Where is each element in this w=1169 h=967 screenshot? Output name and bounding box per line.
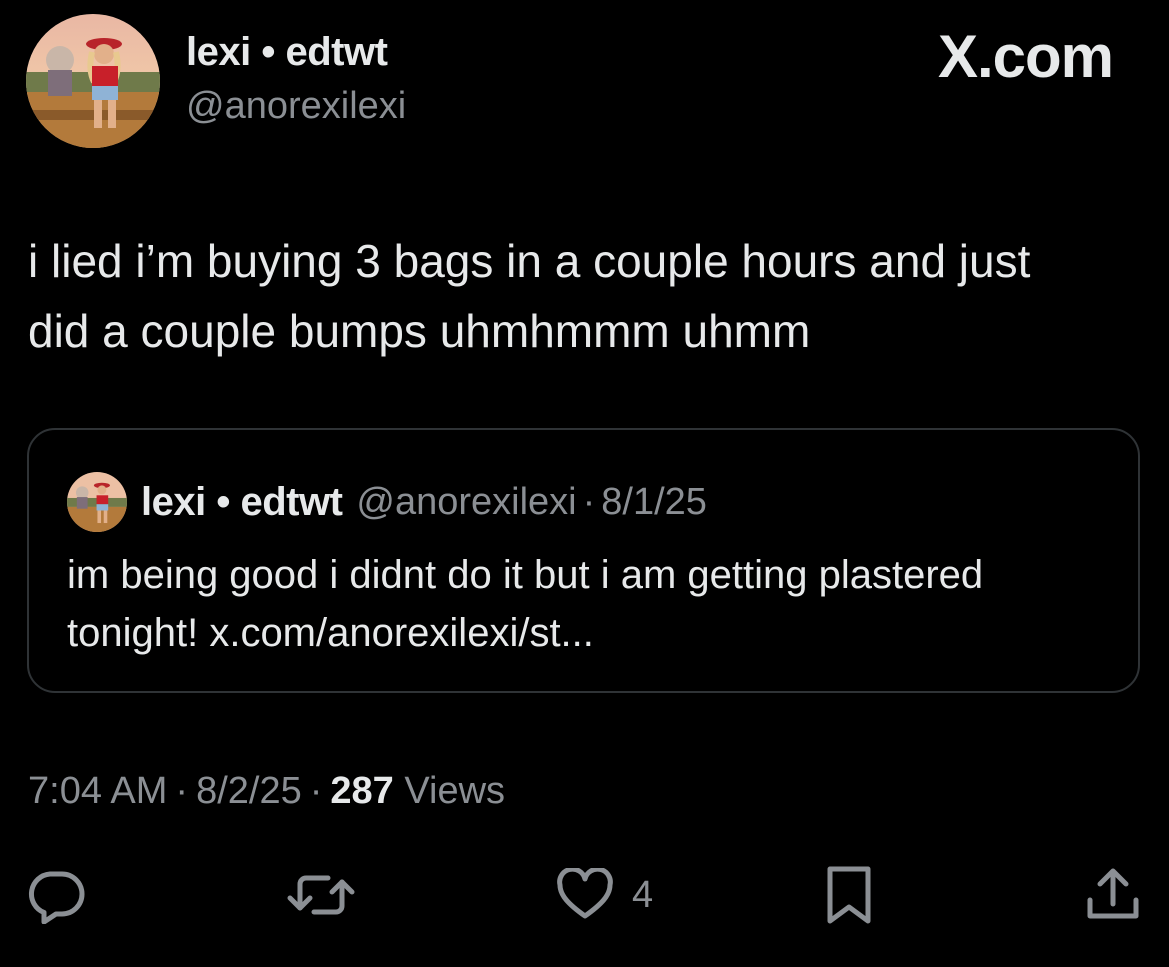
quoted-tweet-card[interactable]: lexi • edtwt @anorexilexi · 8/1/25 im be… bbox=[27, 428, 1140, 693]
quoted-text-line: tonight! x.com/anorexilexi/st... bbox=[67, 611, 594, 655]
views-count: 287 bbox=[330, 770, 394, 812]
profile-photo-image bbox=[26, 14, 160, 148]
quoted-tweet-text: im being good i didnt do it but i am get… bbox=[67, 546, 1107, 662]
author-avatar[interactable] bbox=[26, 14, 160, 148]
bookmark-button[interactable] bbox=[824, 866, 874, 924]
quoted-tweet-header: lexi • edtwt @anorexilexi · 8/1/25 bbox=[67, 472, 707, 532]
reply-button[interactable] bbox=[26, 866, 86, 924]
quoted-author-display-name: lexi • edtwt bbox=[141, 479, 343, 524]
quoted-text-line: im being good i didnt do it but i am get… bbox=[67, 553, 984, 597]
like-count: 4 bbox=[632, 873, 654, 916]
author-display-name[interactable]: lexi • edtwt bbox=[186, 30, 388, 75]
tweet-text-line: did a couple bumps uhmhmmm uhmm bbox=[28, 305, 811, 357]
tweet-text: i lied i’m buying 3 bags in a couple hou… bbox=[28, 226, 1148, 366]
quoted-author-handle: @anorexilexi bbox=[356, 480, 577, 523]
tweet-text-line: i lied i’m buying 3 bags in a couple hou… bbox=[28, 235, 1031, 287]
meta-separator: · bbox=[309, 770, 323, 812]
author-handle[interactable]: @anorexilexi bbox=[186, 85, 406, 128]
tweet-meta: 7:04 AM · 8/2/25 · 287 Views bbox=[28, 770, 505, 813]
meta-separator: · bbox=[175, 770, 189, 812]
heart-icon bbox=[557, 868, 613, 919]
bookmark-icon bbox=[827, 866, 871, 924]
share-icon bbox=[1087, 868, 1139, 919]
x-brand-logo: X.com bbox=[937, 23, 1114, 90]
share-button[interactable] bbox=[1084, 866, 1142, 924]
tweet-time[interactable]: 7:04 AM bbox=[28, 770, 167, 812]
quoted-author-avatar bbox=[67, 472, 127, 532]
views-label: Views bbox=[404, 770, 506, 812]
quoted-date: 8/1/25 bbox=[601, 480, 707, 523]
repost-button[interactable] bbox=[286, 866, 356, 924]
profile-photo-image bbox=[67, 472, 127, 532]
repost-icon bbox=[287, 875, 355, 915]
reply-icon bbox=[29, 871, 85, 924]
tweet-date[interactable]: 8/2/25 bbox=[196, 770, 302, 812]
like-button[interactable]: 4 bbox=[556, 866, 653, 924]
quoted-separator: · bbox=[582, 480, 596, 523]
